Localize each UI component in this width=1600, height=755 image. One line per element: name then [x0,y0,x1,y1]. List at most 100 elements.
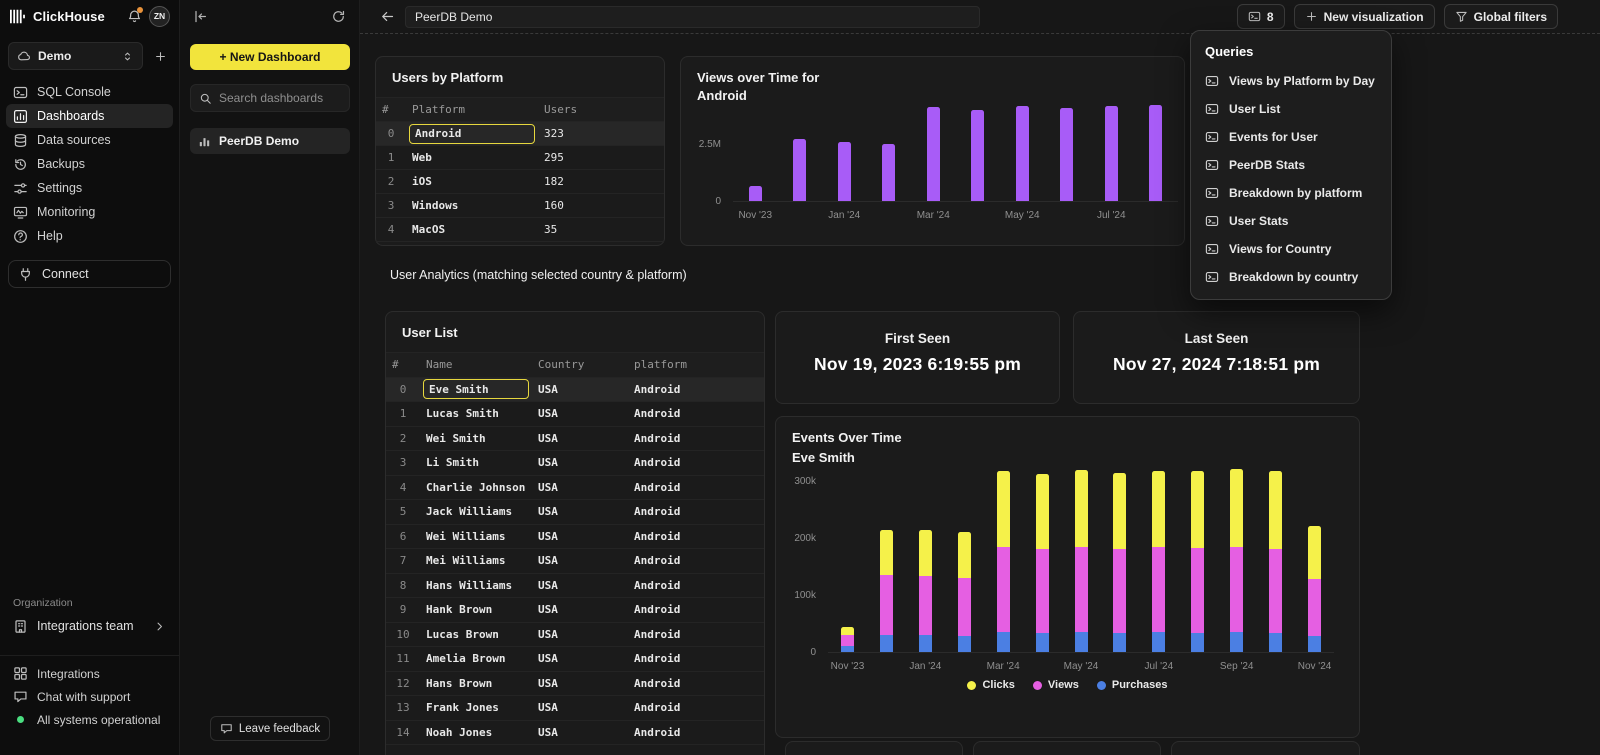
sidebar-item-integrations-team[interactable]: Integrations team [6,613,173,639]
table-cell[interactable]: Android [628,530,764,543]
table-cell[interactable]: Hans Brown [420,677,532,690]
bar-jul-24[interactable] [1152,465,1165,652]
table-cell[interactable]: 12 [386,677,420,690]
table-cell[interactable]: Frank Jones [420,701,532,714]
table-cell[interactable]: Wei Smith [420,432,532,445]
queries-count-button[interactable]: 8 [1237,4,1285,29]
back-arrow-icon[interactable] [380,9,395,24]
table-cell[interactable]: Hank Brown [420,603,532,616]
table-cell[interactable]: Eve Smith [420,379,532,399]
sidebar-item-sql-console[interactable]: SQL Console [6,80,173,104]
sidebar-item-monitoring[interactable]: Monitoring [6,200,173,224]
bar-jan-24[interactable] [919,465,932,652]
connect-button[interactable]: Connect [8,260,171,288]
query-item-user-list[interactable]: User List [1191,95,1391,123]
bar-may-24[interactable] [1016,102,1029,201]
sidebar-item-backups[interactable]: Backups [6,152,173,176]
table-cell[interactable]: 0 [386,383,420,396]
service-selector[interactable]: Demo [8,42,143,70]
table-cell[interactable]: USA [532,505,628,518]
bar-apr-24[interactable] [1036,465,1049,652]
table-cell[interactable]: 5 [386,505,420,518]
table-cell[interactable]: 4 [386,481,420,494]
table-cell[interactable]: 8 [386,579,420,592]
add-service-button[interactable] [149,45,171,67]
query-item-peerdb-stats[interactable]: PeerDB Stats [1191,151,1391,179]
table-cell[interactable]: USA [532,726,628,739]
legend-item-views[interactable]: Views [1033,679,1079,691]
table-cell[interactable]: 3 [376,199,406,212]
table-cell[interactable]: MacOS [406,223,538,236]
table-row[interactable]: 2iOS182 [376,170,664,194]
bar-jul-24[interactable] [1105,102,1118,201]
table-cell[interactable]: USA [532,652,628,665]
table-cell[interactable]: 11 [386,652,420,665]
table-cell[interactable]: Android [628,603,764,616]
table-cell[interactable]: Mei Williams [420,554,532,567]
table-row[interactable]: 6Wei WilliamsUSAAndroid [386,525,764,550]
table-cell[interactable]: 160 [538,199,664,212]
table-row[interactable]: 2Wei SmithUSAAndroid [386,427,764,452]
bar-feb-24[interactable] [958,465,971,652]
table-cell[interactable]: Android [628,726,764,739]
global-filters-button[interactable]: Global filters [1444,4,1558,29]
table-cell[interactable]: USA [532,383,628,396]
table-cell[interactable]: 1 [386,407,420,420]
table-row[interactable]: 9Hank BrownUSAAndroid [386,598,764,623]
table-row[interactable]: 13Frank JonesUSAAndroid [386,696,764,721]
sidebar-item-data-sources[interactable]: Data sources [6,128,173,152]
table-row[interactable]: 3Windows160 [376,194,664,218]
table-cell[interactable]: Android [628,652,764,665]
table-cell[interactable]: Lucas Smith [420,407,532,420]
table-cell[interactable]: 2 [376,175,406,188]
legend-item-clicks[interactable]: Clicks [967,679,1014,691]
table-cell[interactable]: 14 [386,726,420,739]
bar-jan-24[interactable] [838,102,851,201]
table-cell[interactable]: USA [532,554,628,567]
new-visualization-button[interactable]: New visualization [1294,4,1435,29]
sidebar-item-help[interactable]: Help [6,224,173,248]
refresh-icon[interactable] [331,9,346,24]
search-input[interactable] [219,91,341,105]
bar-aug-24[interactable] [1191,465,1204,652]
table-cell[interactable]: 35 [538,223,664,236]
bar-dec-23[interactable] [793,102,806,201]
table-cell[interactable]: 7 [386,554,420,567]
table-cell[interactable]: 1 [376,151,406,164]
table-row[interactable]: 1Web295 [376,146,664,170]
table-cell[interactable]: Android [628,701,764,714]
sidebar-item-all-systems-operational[interactable]: All systems operational [0,708,179,731]
table-cell[interactable]: 182 [538,175,664,188]
table-cell[interactable]: Android [628,554,764,567]
table-cell[interactable]: USA [532,432,628,445]
table-row[interactable]: 12Hans BrownUSAAndroid [386,672,764,697]
table-cell[interactable]: Android [628,505,764,518]
bar-mar-24[interactable] [927,102,940,201]
table-cell[interactable]: Android [628,677,764,690]
table-cell[interactable]: 9 [386,603,420,616]
table-cell[interactable]: Lucas Brown [420,628,532,641]
table-cell[interactable]: Android [628,628,764,641]
bar-oct-24[interactable] [1269,465,1282,652]
query-item-breakdown-by-platform[interactable]: Breakdown by platform [1191,179,1391,207]
table-row[interactable]: 11Amelia BrownUSAAndroid [386,647,764,672]
sidebar-item-integrations[interactable]: Integrations [0,662,179,685]
bar-aug-24[interactable] [1149,102,1162,201]
table-cell[interactable]: Web [406,151,538,164]
table-row[interactable]: 0Android323 [376,122,664,146]
table-cell[interactable]: 10 [386,628,420,641]
table-cell[interactable]: 6 [386,530,420,543]
table-cell[interactable]: USA [532,407,628,420]
table-cell[interactable]: Jack Williams [420,505,532,518]
query-item-views-by-platform-by-day[interactable]: Views by Platform by Day [1191,67,1391,95]
table-cell[interactable]: 0 [376,127,406,140]
table-cell[interactable]: Charlie Johnson [420,481,532,494]
table-cell[interactable]: Wei Williams [420,530,532,543]
sidebar-item-settings[interactable]: Settings [6,176,173,200]
bar-jun-24[interactable] [1060,102,1073,201]
bar-nov-23[interactable] [841,465,854,652]
dashboard-search[interactable] [190,84,350,112]
new-dashboard-button[interactable]: + New Dashboard [190,44,350,70]
user-avatar[interactable]: ZN [149,6,170,27]
table-cell[interactable]: USA [532,579,628,592]
